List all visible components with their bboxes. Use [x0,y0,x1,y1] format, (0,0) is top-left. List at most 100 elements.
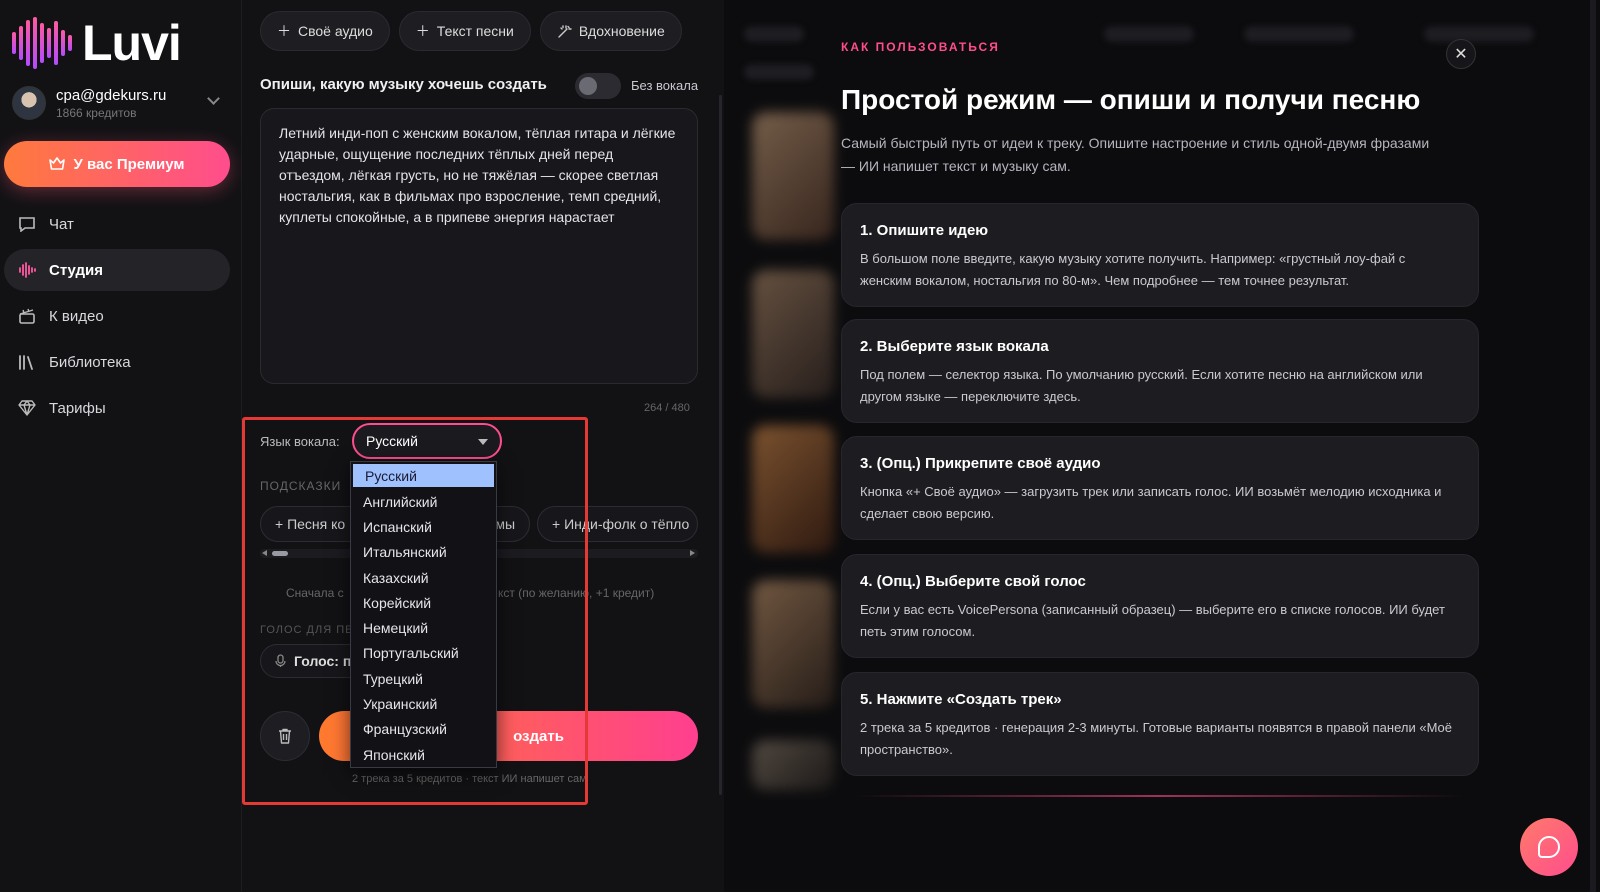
language-option-turkish[interactable]: Турецкий [351,666,496,691]
blurred-thumbnail [752,270,834,398]
blurred-background [1244,26,1354,42]
microphone-icon [275,654,286,667]
language-option-spanish[interactable]: Испанский [351,514,496,539]
close-button[interactable]: ✕ [1446,39,1476,69]
scroll-right-icon[interactable] [690,550,695,556]
blurred-background [744,64,814,80]
diamond-icon [18,399,36,417]
blurred-background [1424,26,1534,42]
step-text: Кнопка «+ Своё аудио» — загрузить трек и… [860,484,1442,521]
next-step-edge [854,795,1464,797]
sidebar-item-to-video[interactable]: К видео [4,295,230,337]
library-icon [18,353,36,371]
language-option-french[interactable]: Французский [351,717,496,742]
step-title: 2. Выберите язык вокала [860,338,1049,355]
plus-icon: ＋ [277,23,291,39]
step-title: 4. (Опц.) Выберите свой голос [860,573,1086,590]
scroll-thumb[interactable] [272,551,288,556]
howto-step: 1. Опишите идею В большом поле введите, … [841,203,1479,307]
howto-title: Простой режим — опиши и получи песню [841,84,1421,115]
blurred-background [1104,26,1194,42]
own-audio-button[interactable]: ＋ Своё аудио [260,11,390,51]
howto-panel: КАК ПОЛЬЗОВАТЬСЯ Простой режим — опиши и… [724,0,1600,892]
language-option-portuguese[interactable]: Португальский [351,641,496,666]
chevron-down-icon [207,92,220,105]
sidebar-item-studio[interactable]: Студия [4,249,230,291]
voice-section-title: ГОЛОС ДЛЯ ПЕ [260,624,354,636]
howto-step: 3. (Опц.) Прикрепите своё аудио Кнопка «… [841,436,1479,540]
account-switcher[interactable]: cpa@gdekurs.ru 1866 кредитов [12,86,224,120]
lyrics-button[interactable]: ＋ Текст песни [398,11,531,51]
step-text: В большом поле введите, какую музыку хот… [860,251,1406,288]
language-option-korean[interactable]: Корейский [351,590,496,615]
language-option-italian[interactable]: Итальянский [351,540,496,565]
language-option-kazakh[interactable]: Казахский [351,565,496,590]
blurred-thumbnail [752,425,834,553]
sidebar-item-label: Тарифы [49,399,106,417]
caret-down-icon [478,439,488,445]
avatar [12,86,46,120]
hint-pill[interactable]: + Инди-фолк о тёпло [537,506,698,542]
sidebar-item-label: Чат [49,215,74,233]
prompt-textarea[interactable]: Летний инди-поп с женским вокалом, тёпла… [260,108,698,384]
no-vocal-toggle[interactable] [575,73,621,99]
sidebar-item-label: Студия [49,261,104,279]
page-scrollbar[interactable] [1590,0,1596,892]
waveform-icon [18,261,36,279]
vocal-language-value: Русский [366,433,418,449]
howto-kicker: КАК ПОЛЬЗОВАТЬСЯ [841,40,1000,54]
toggle-knob [579,77,597,95]
language-option-german[interactable]: Немецкий [351,615,496,640]
language-option-japanese[interactable]: Японский [351,742,496,767]
howto-step: 2. Выберите язык вокала Под полем — селе… [841,319,1479,423]
howto-step: 5. Нажмите «Создать трек» 2 трека за 5 к… [841,672,1479,776]
sidebar: Luvi cpa@gdekurs.ru 1866 кредитов У вас … [0,0,242,892]
lyrics-hint-right: кст (по желанию, +1 кредит) [498,586,655,600]
lyrics-hint-left: Сначала с [286,586,344,600]
plus-icon: ＋ [415,23,430,39]
language-option-english[interactable]: Английский [351,489,496,514]
editor-top-actions: ＋ Своё аудио ＋ Текст песни Вдохновение [260,11,682,51]
sidebar-item-library[interactable]: Библиотека [4,341,230,383]
step-text: Под полем — селектор языка. По умолчанию… [860,367,1423,404]
premium-label: У вас Премиум [73,155,185,173]
create-note: 2 трека за 5 кредитов · текст ИИ напишет… [352,773,587,785]
step-title: 1. Опишите идею [860,222,989,239]
vocal-language-select[interactable]: Русский [352,423,502,459]
account-email: cpa@gdekurs.ru [56,86,167,104]
close-icon: ✕ [1454,46,1468,63]
magic-wand-icon [558,24,572,38]
step-text: 2 трека за 5 кредитов · генерация 2-3 ми… [860,720,1453,757]
hints-title: ПОДСКАЗКИ [260,479,342,493]
app-root: Luvi cpa@gdekurs.ru 1866 кредитов У вас … [0,0,1600,892]
char-counter: 264 / 480 [644,402,690,414]
sidebar-item-pricing[interactable]: Тарифы [4,387,230,429]
lyrics-label: Текст песни [436,23,514,39]
clear-button[interactable] [260,711,310,761]
support-chat-button[interactable] [1520,818,1578,876]
language-option-ukrainian[interactable]: Украинский [351,691,496,716]
howto-step: 4. (Опц.) Выберите свой голос Если у вас… [841,554,1479,658]
logo-text: Luvi [82,15,182,71]
editor-scrollbar[interactable] [719,95,722,795]
step-text: Если у вас есть VoicePersona (записанный… [860,602,1445,639]
blurred-thumbnail [752,740,834,790]
logo-waveform-icon [12,17,72,69]
inspiration-button[interactable]: Вдохновение [539,11,682,51]
premium-button[interactable]: У вас Премиум [4,141,230,187]
vocal-language-dropdown: Русский Английский Испанский Итальянский… [350,461,497,769]
no-vocal-label: Без вокала [631,78,699,93]
chat-icon [18,215,36,233]
language-option-russian[interactable]: Русский [353,464,494,487]
scroll-left-icon[interactable] [262,550,267,556]
blurred-background [744,26,804,42]
crown-icon [49,157,66,170]
howto-subtitle: Самый быстрый путь от идеи к треку. Опиш… [841,135,1430,174]
step-title: 5. Нажмите «Создать трек» [860,691,1062,708]
logo[interactable]: Luvi [12,14,182,72]
chat-bubble-icon [1538,836,1560,858]
inspiration-label: Вдохновение [578,23,665,39]
sidebar-item-chat[interactable]: Чат [4,203,230,245]
sidebar-nav: Чат Студия К видео Библиотека Тарифы [4,203,230,433]
studio-editor: ＋ Своё аудио ＋ Текст песни Вдохновение О… [242,0,724,892]
